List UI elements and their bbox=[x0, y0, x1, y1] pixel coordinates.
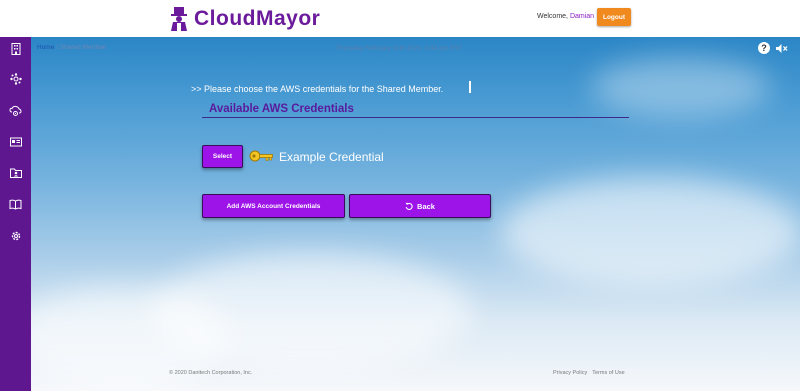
credential-name: Example Credential bbox=[279, 150, 384, 164]
mayor-hat-icon bbox=[171, 7, 187, 31]
book-icon[interactable] bbox=[9, 198, 22, 211]
section-divider bbox=[202, 117, 629, 118]
breadcrumb-home[interactable]: Home bbox=[37, 44, 54, 51]
undo-arrow-icon bbox=[405, 202, 413, 210]
cloud-decoration bbox=[501, 177, 800, 287]
add-aws-credentials-button[interactable]: Add AWS Account Credentials bbox=[202, 194, 345, 218]
current-datetime: Thursday February 11th 2021, 2:44 pm EST bbox=[336, 45, 463, 52]
instruction-prompt: >> Please choose the AWS credentials for… bbox=[191, 84, 444, 94]
cloud-gear-icon[interactable] bbox=[9, 104, 22, 117]
breadcrumb-current: Shared Member bbox=[59, 44, 107, 51]
privacy-policy-link[interactable]: Privacy Policy bbox=[553, 370, 587, 376]
text-cursor bbox=[469, 81, 471, 93]
top-header: CloudMayor Welcome, Damian Logout bbox=[0, 0, 800, 37]
back-button[interactable]: Back bbox=[349, 194, 491, 218]
main-content: Home / Shared Member Thursday February 1… bbox=[31, 37, 800, 391]
back-button-label: Back bbox=[417, 201, 435, 211]
cloud-decoration bbox=[591, 57, 771, 117]
network-icon[interactable] bbox=[9, 72, 22, 85]
brand-name: CloudMayor bbox=[194, 7, 321, 30]
building-icon[interactable] bbox=[9, 42, 22, 55]
brand-logo[interactable]: CloudMayor bbox=[168, 5, 320, 33]
breadcrumb-separator: / bbox=[56, 44, 58, 51]
id-card-icon[interactable] bbox=[9, 135, 22, 148]
terms-of-use-link[interactable]: Terms of Use bbox=[592, 370, 624, 376]
mute-icon[interactable] bbox=[775, 43, 788, 54]
user-name: Damian bbox=[569, 13, 595, 20]
folder-user-icon[interactable] bbox=[9, 166, 22, 179]
footer-links: Privacy Policy Terms of Use bbox=[553, 370, 625, 376]
select-credential-button[interactable]: Select bbox=[202, 145, 243, 168]
settings-gear-icon[interactable] bbox=[9, 229, 22, 242]
welcome-prefix: Welcome, bbox=[537, 13, 568, 20]
logout-button[interactable]: Logout bbox=[597, 8, 631, 26]
key-icon bbox=[249, 150, 273, 162]
copyright: © 2020 Danitech Corporation, Inc. bbox=[169, 370, 253, 376]
breadcrumb: Home / Shared Member bbox=[37, 44, 106, 51]
sidebar bbox=[0, 37, 31, 391]
section-title: Available AWS Credentials bbox=[209, 103, 354, 115]
welcome-message: Welcome, Damian bbox=[537, 13, 594, 20]
help-icon[interactable]: ? bbox=[758, 42, 770, 54]
